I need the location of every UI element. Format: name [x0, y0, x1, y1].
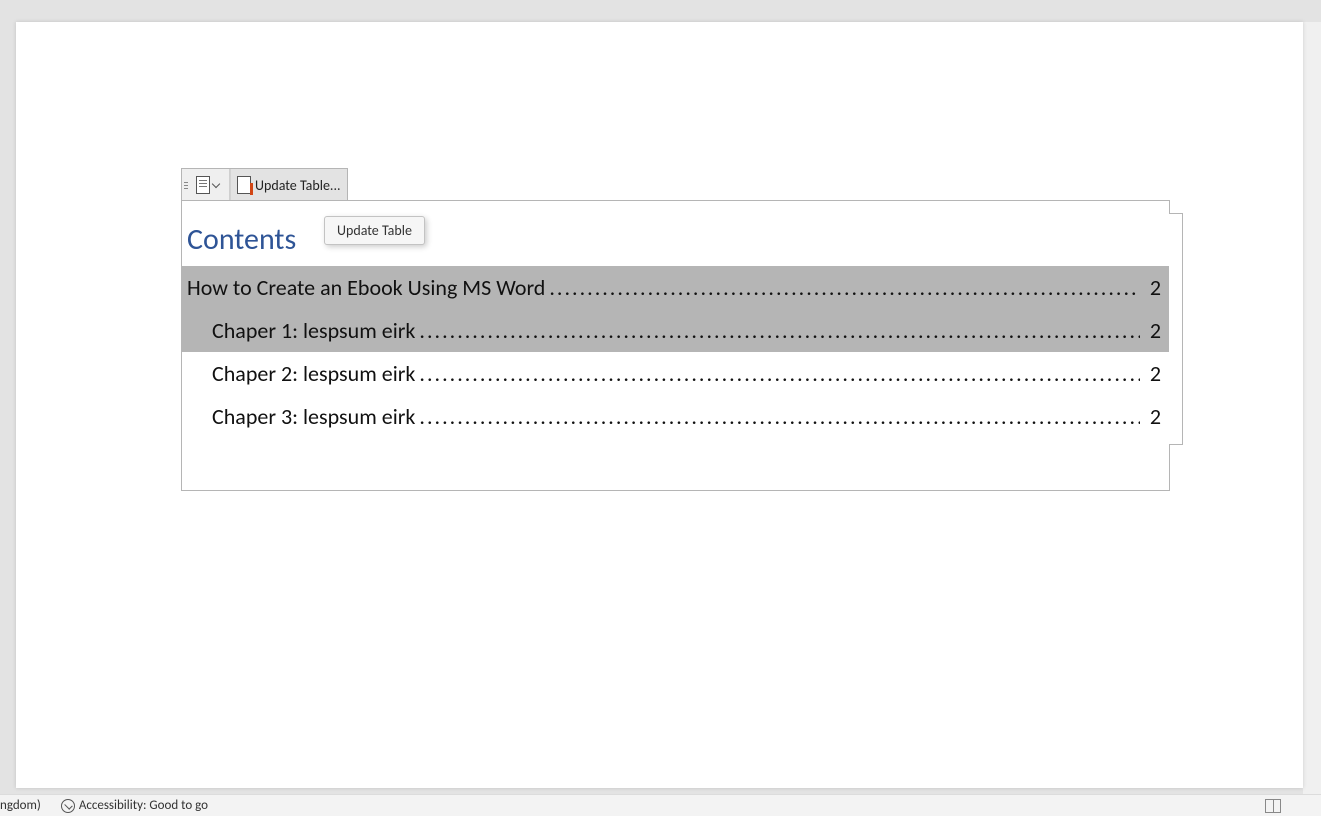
language-indicator[interactable]: ngdom) — [0, 798, 41, 813]
status-bar: ngdom) Accessibility: Good to go — [0, 794, 1321, 816]
accessibility-icon — [61, 799, 75, 813]
accessibility-status[interactable]: Accessibility: Good to go — [79, 798, 208, 813]
toc-leader-dots — [549, 274, 1139, 301]
read-mode-icon[interactable] — [1265, 799, 1281, 813]
vertical-scrollbar[interactable] — [1303, 22, 1321, 794]
update-table-label: Update Table... — [255, 177, 341, 194]
update-table-button[interactable]: Update Table... — [230, 169, 347, 201]
toc-entry-title: Chaper 1: lespsum eirk — [212, 317, 415, 344]
toc-leader-dots — [419, 403, 1139, 430]
chevron-down-icon — [212, 180, 220, 188]
toc-entry-title: Chaper 2: lespsum eirk — [212, 360, 415, 387]
tooltip-text: Update Table — [337, 222, 412, 239]
toc-style-dropdown[interactable] — [190, 169, 230, 201]
toc-entry[interactable]: Chaper 2: lespsum eirk 2 — [182, 352, 1169, 395]
toolbar-grip-icon[interactable] — [182, 169, 190, 201]
toc-entry[interactable]: Chaper 3: lespsum eirk 2 — [182, 395, 1169, 438]
toc-entry-page: 2 — [1144, 274, 1161, 301]
toc-entry-title: How to Create an Ebook Using MS Word — [187, 274, 545, 301]
document-page: Update Table... Contents How to Create a… — [16, 22, 1303, 788]
toc-entry-title: Chaper 3: lespsum eirk — [212, 403, 415, 430]
update-page-icon — [237, 176, 251, 194]
page-icon — [196, 176, 210, 194]
toc-side-handle[interactable] — [1169, 213, 1183, 445]
update-table-tooltip: Update Table — [324, 216, 425, 245]
toc-entry[interactable]: How to Create an Ebook Using MS Word 2 — [182, 266, 1169, 309]
toc-toolbar: Update Table... — [181, 168, 348, 201]
toc-entry[interactable]: Chaper 1: lespsum eirk 2 — [182, 309, 1169, 352]
toc-entry-page: 2 — [1144, 317, 1161, 344]
toc-entry-page: 2 — [1144, 403, 1161, 430]
toc-leader-dots — [419, 360, 1139, 387]
toc-leader-dots — [419, 317, 1139, 344]
toc-entry-page: 2 — [1144, 360, 1161, 387]
